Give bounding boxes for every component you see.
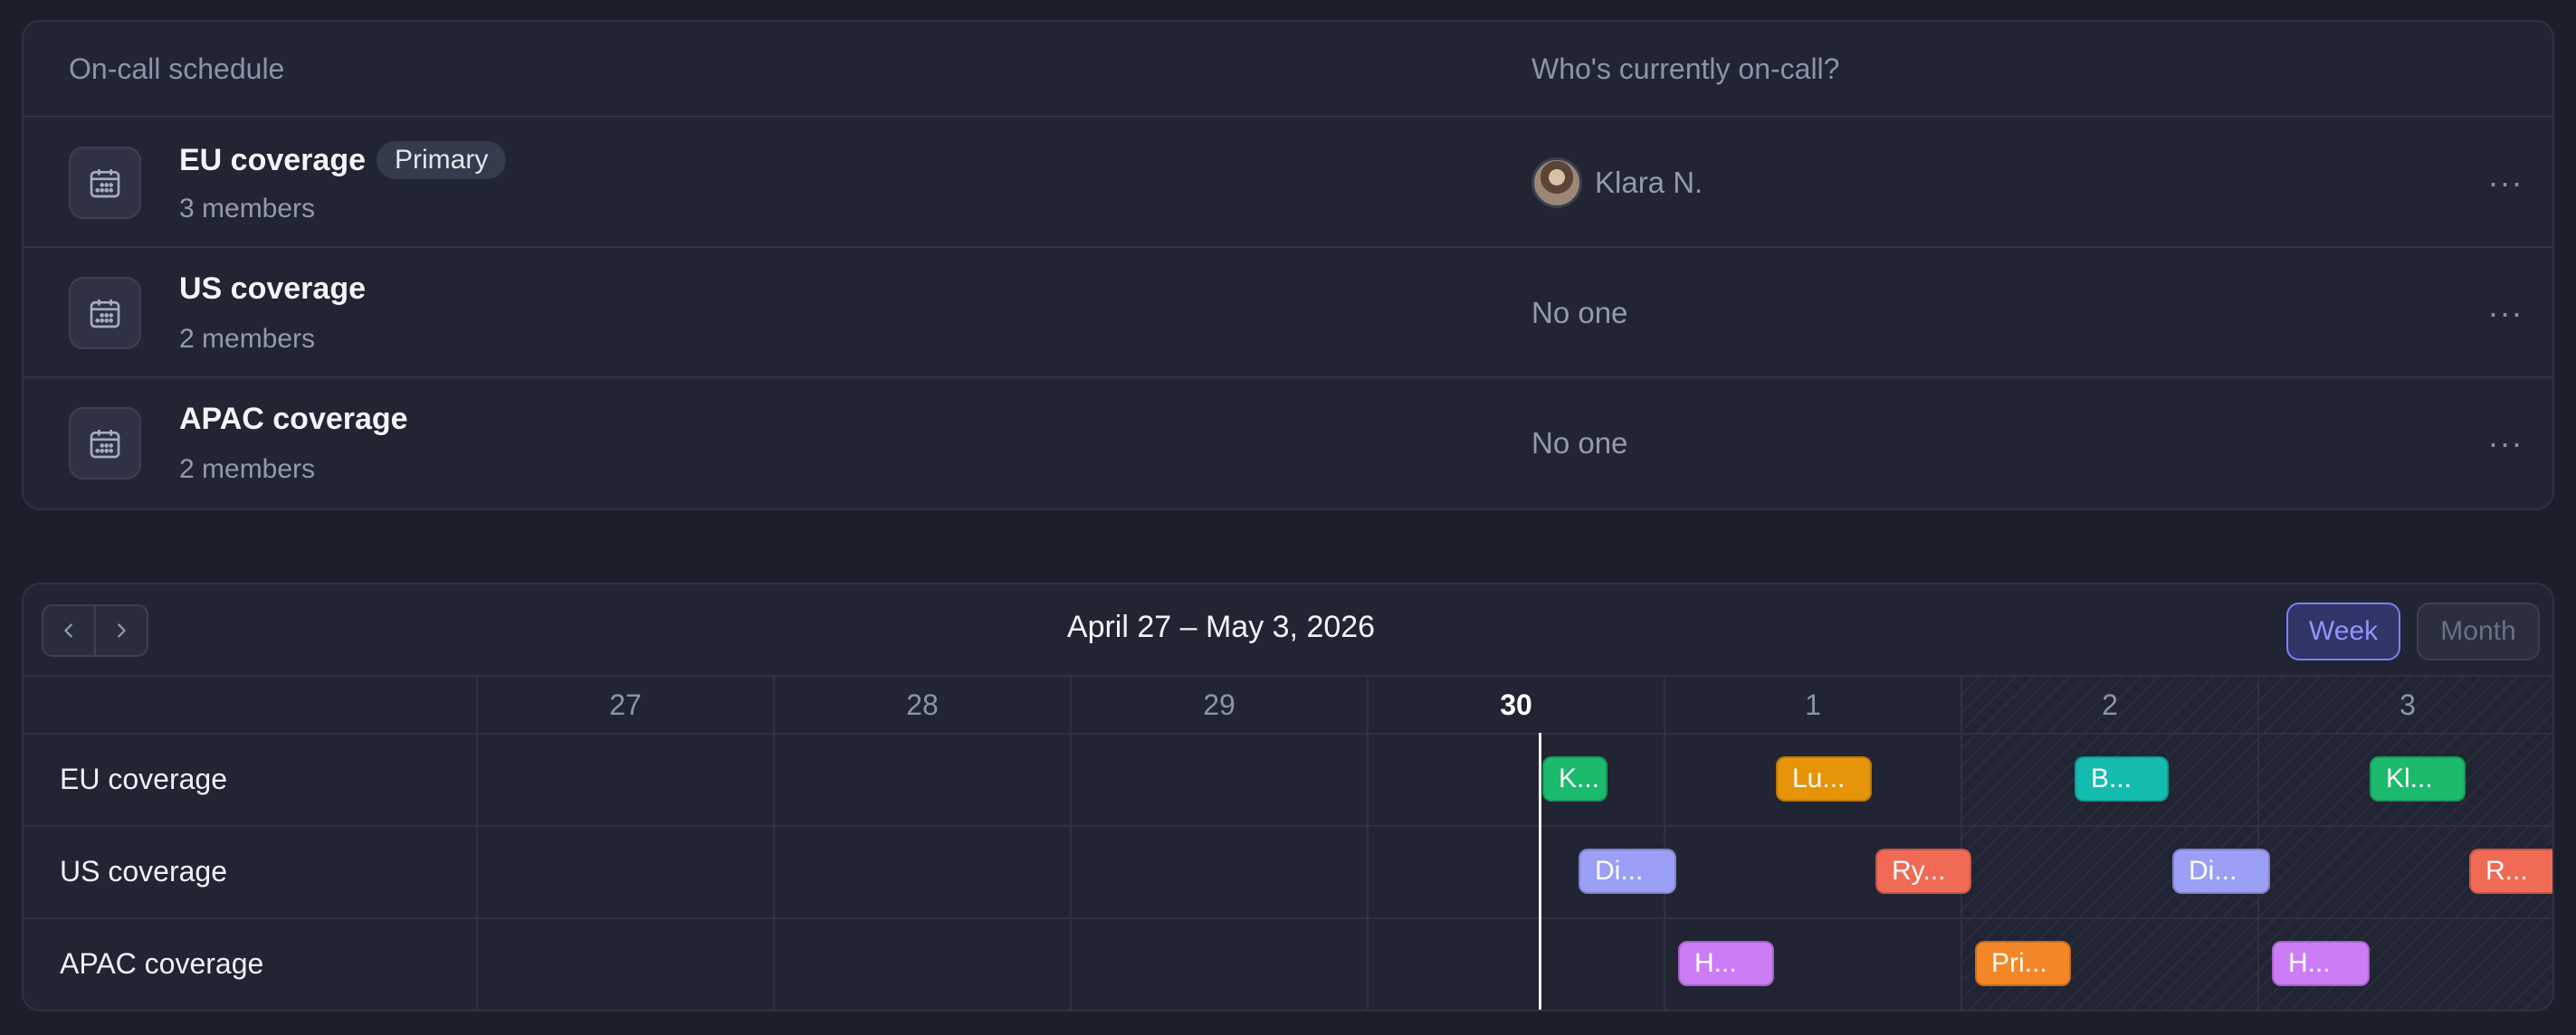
calendar-row-label: APAC coverage (60, 947, 264, 980)
primary-badge: Primary (377, 141, 507, 179)
schedule-row-apac[interactable]: APAC coverage 2 members No one ··· (24, 378, 2552, 508)
shift-block[interactable]: R... (2469, 849, 2552, 894)
schedule-name[interactable]: US coverage (179, 271, 366, 307)
day-header: 29 (1203, 688, 1236, 721)
avatar (1531, 157, 1582, 208)
current-oncall: No one (1531, 248, 1627, 378)
date-range-title: April 27 – May 3, 2026 (1066, 610, 1376, 644)
day-header: 2 (2102, 688, 2118, 721)
member-count: 2 members (179, 454, 316, 484)
oncall-name: Klara N. (1595, 166, 1703, 199)
calendar-icon (69, 147, 141, 219)
schedule-calendar: April 27 – May 3, 2026 Week Month 27 28 … (22, 583, 2554, 1011)
calendar-grid: 27 28 29 30 1 2 3 EU coverage US coverag… (24, 677, 2552, 1010)
schedule-title: APAC coverage (179, 402, 408, 437)
column-header-oncall: Who's currently on-call? (1531, 52, 1840, 85)
more-options-icon[interactable]: ··· (2478, 416, 2533, 470)
day-header: 28 (906, 688, 939, 721)
day-header: 1 (1805, 688, 1821, 721)
current-oncall: Klara N. (1531, 118, 1703, 248)
month-view-button[interactable]: Month (2417, 603, 2540, 660)
more-options-icon[interactable]: ··· (2478, 286, 2533, 340)
schedule-row-us[interactable]: US coverage 2 members No one ··· (24, 248, 2552, 378)
column-header-schedule: On-call schedule (69, 52, 285, 85)
day-header: 3 (2399, 688, 2416, 721)
schedules-table-header: On-call schedule Who's currently on-call… (24, 22, 2552, 118)
schedules-table: On-call schedule Who's currently on-call… (22, 20, 2554, 510)
day-header: 27 (609, 688, 642, 721)
shift-block[interactable]: Kl... (2370, 756, 2466, 802)
current-time-indicator (1539, 733, 1541, 1010)
week-view-button[interactable]: Week (2286, 603, 2400, 660)
shift-block[interactable]: Ry... (1875, 849, 1971, 894)
shift-block[interactable]: K... (1542, 756, 1608, 802)
day-header-today: 30 (1500, 688, 1532, 721)
calendar-row-label: US coverage (60, 855, 227, 888)
schedule-name[interactable]: EU coverage (179, 143, 366, 178)
calendar-row-label: EU coverage (60, 763, 227, 795)
oncall-name: No one (1531, 296, 1628, 329)
shift-block[interactable]: Lu... (1776, 756, 1872, 802)
shift-block[interactable]: Pri... (1975, 941, 2071, 986)
shift-block[interactable]: H... (2272, 941, 2370, 986)
schedule-row-eu[interactable]: EU coverage Primary 3 members Klara N. ·… (24, 118, 2552, 248)
oncall-name: No one (1531, 426, 1628, 460)
shift-block[interactable]: H... (1678, 941, 1774, 986)
shift-block[interactable]: Di... (2172, 849, 2270, 894)
shift-block[interactable]: B... (2075, 756, 2169, 802)
shift-block[interactable]: Di... (1579, 849, 1676, 894)
member-count: 3 members (179, 194, 316, 223)
schedule-name[interactable]: APAC coverage (179, 402, 408, 437)
calendar-icon (69, 407, 141, 480)
member-count: 2 members (179, 324, 316, 354)
calendar-icon (69, 277, 141, 349)
more-options-icon[interactable]: ··· (2478, 156, 2533, 210)
schedule-title: EU coverage Primary (179, 141, 507, 179)
calendar-toolbar: April 27 – May 3, 2026 Week Month (24, 584, 2552, 677)
schedule-title: US coverage (179, 271, 366, 307)
current-oncall: No one (1531, 378, 1627, 508)
